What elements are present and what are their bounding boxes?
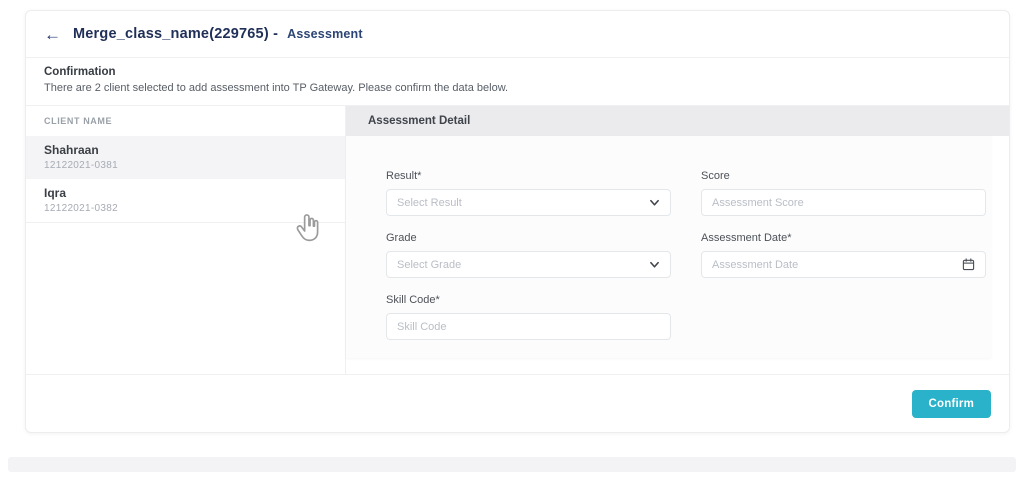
assessment-detail-header: Assessment Detail bbox=[346, 106, 1009, 136]
client-id: 12122021-0382 bbox=[44, 203, 118, 214]
back-arrow-icon[interactable]: ← bbox=[44, 26, 61, 43]
content-area: CLIENT NAME Shahraan 12122021-0381 Iqra … bbox=[26, 106, 1009, 374]
assessment-date-field-group: Assessment Date* bbox=[701, 232, 986, 278]
assessment-date-input[interactable] bbox=[712, 258, 962, 271]
calendar-icon[interactable] bbox=[962, 258, 975, 271]
skill-code-input[interactable] bbox=[397, 320, 660, 333]
skill-code-field-box bbox=[386, 313, 671, 340]
client-row-iqra[interactable]: Iqra 12122021-0382 bbox=[26, 179, 345, 223]
skill-code-label: Skill Code* bbox=[386, 294, 440, 306]
page-section-label: Assessment bbox=[287, 27, 363, 41]
grade-placeholder: Select Grade bbox=[397, 258, 462, 271]
confirm-button[interactable]: Confirm bbox=[911, 389, 991, 418]
grade-select[interactable]: Select Grade bbox=[386, 251, 671, 278]
client-row-shahraan[interactable]: Shahraan 12122021-0381 bbox=[26, 136, 345, 179]
score-input[interactable] bbox=[712, 196, 975, 209]
client-name: Iqra bbox=[44, 186, 67, 200]
confirmation-section: Confirmation There are 2 client selected… bbox=[26, 58, 1009, 106]
assessment-date-label: Assessment Date* bbox=[701, 232, 792, 244]
next-section-strip bbox=[8, 457, 1016, 472]
score-field-box bbox=[701, 189, 986, 216]
skill-code-field-group: Skill Code* bbox=[386, 294, 671, 340]
chevron-down-icon bbox=[649, 259, 660, 270]
confirmation-message: There are 2 client selected to add asses… bbox=[44, 82, 509, 94]
result-field-group: Result* Select Result bbox=[386, 170, 671, 216]
result-select[interactable]: Select Result bbox=[386, 189, 671, 216]
page-title: Merge_class_name(229765) - bbox=[73, 26, 279, 42]
grade-label: Grade bbox=[386, 232, 417, 244]
client-name: Shahraan bbox=[44, 143, 99, 157]
client-name-column-header: CLIENT NAME bbox=[44, 116, 113, 126]
assessment-date-field-box bbox=[701, 251, 986, 278]
card-footer: Confirm bbox=[26, 374, 1009, 432]
result-label: Result* bbox=[386, 170, 422, 182]
score-label: Score bbox=[701, 170, 730, 182]
chevron-down-icon bbox=[649, 197, 660, 208]
client-id: 12122021-0381 bbox=[44, 160, 118, 171]
grade-field-group: Grade Select Grade bbox=[386, 232, 671, 278]
assessment-panel: Assessment Detail Result* Select Result bbox=[346, 106, 1009, 374]
client-panel: CLIENT NAME Shahraan 12122021-0381 Iqra … bbox=[26, 106, 346, 374]
score-field-group: Score bbox=[701, 170, 986, 216]
result-placeholder: Select Result bbox=[397, 196, 462, 209]
confirmation-heading: Confirmation bbox=[44, 66, 116, 78]
card-header: ← Merge_class_name(229765) - Assessment bbox=[26, 11, 1009, 58]
assessment-form: Result* Select Result Score Assessment S… bbox=[346, 136, 991, 358]
assessment-card: ← Merge_class_name(229765) - Assessment … bbox=[25, 10, 1010, 433]
